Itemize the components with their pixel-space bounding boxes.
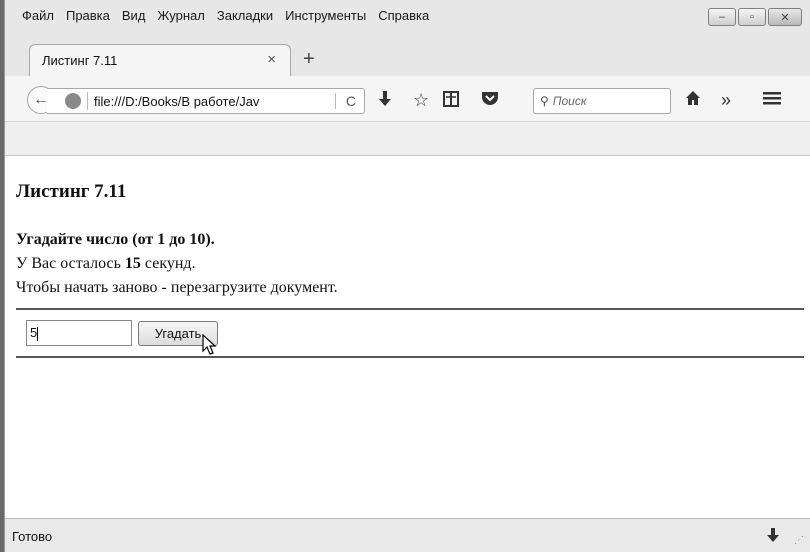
maximize-button[interactable]: ▫ [738,8,766,26]
hamburger-icon[interactable] [763,90,781,111]
tab-close-icon[interactable]: × [267,51,276,68]
pocket-icon[interactable] [481,90,499,111]
site-identity-icon[interactable] [65,93,81,109]
new-tab-button[interactable]: + [303,48,315,71]
divider-top [16,308,804,310]
text-caret [37,326,39,341]
url-text[interactable]: file:///D:/Books/В работе/Jav [94,94,282,109]
search-input[interactable]: ⚲ Поиск [533,88,671,114]
reading-list-icon[interactable] [443,90,459,113]
guess-prompt: Угадайте число (от 1 до 10). [16,231,215,248]
page-heading: Листинг 7.11 [16,181,127,202]
star-icon[interactable]: ☆ [413,90,429,111]
tab-strip: Листинг 7.11 × + [5,38,810,76]
page-content: Листинг 7.11 Угадайте число (от 1 до 10)… [5,156,810,518]
menu-item-view[interactable]: Вид [122,8,146,23]
bookmarks-toolbar [5,122,810,156]
restart-hint: Чтобы начать заново - перезагрузите доку… [16,279,338,296]
resize-grip-icon[interactable]: ⋰ [794,535,804,546]
time-remaining: У Вас осталось 15 секунд. [16,255,196,273]
navigation-bar: ← file:///D:/Books/В работе/Jav C ☆ ⚲ По… [5,76,810,122]
tab-active[interactable]: Листинг 7.11 × [29,44,291,76]
menu-item-tools[interactable]: Инструменты [285,8,366,23]
time-prefix: У Вас осталось [16,255,125,272]
mouse-cursor-icon [202,334,217,355]
chevron-double-right-icon[interactable]: » [721,90,731,111]
time-suffix: секунд. [140,255,196,272]
menu-item-file[interactable]: Файл [22,8,54,23]
guess-number-input[interactable]: 5 [26,320,132,346]
menu-item-edit[interactable]: Правка [66,8,110,23]
menu-bar: Файл Правка Вид Журнал Закладки Инструме… [5,0,810,30]
url-bar[interactable]: file:///D:/Books/В работе/Jav C [47,88,365,114]
home-icon[interactable] [685,90,701,111]
download-icon[interactable] [377,90,393,113]
time-value: 15 [124,255,141,272]
search-icon: ⚲ [540,94,549,108]
menu-item-history[interactable]: Журнал [157,8,204,23]
search-placeholder: Поиск [552,94,587,108]
close-window-button[interactable]: ✕ [768,8,802,26]
menu-item-bookmarks[interactable]: Закладки [217,8,273,23]
status-text: Готово [12,529,53,544]
download-status-icon[interactable] [766,527,780,548]
tab-title: Листинг 7.11 [42,53,118,68]
minimize-button[interactable]: – [708,8,736,26]
window-controls: – ▫ ✕ [708,8,802,26]
browser-window: Файл Правка Вид Журнал Закладки Инструме… [4,0,810,552]
menu-item-help[interactable]: Справка [378,8,429,23]
input-value: 5 [30,325,38,340]
reload-icon[interactable]: C [334,93,356,109]
divider-bottom [16,356,804,358]
status-bar: Готово ⋰ [5,518,810,552]
url-separator [87,92,88,110]
